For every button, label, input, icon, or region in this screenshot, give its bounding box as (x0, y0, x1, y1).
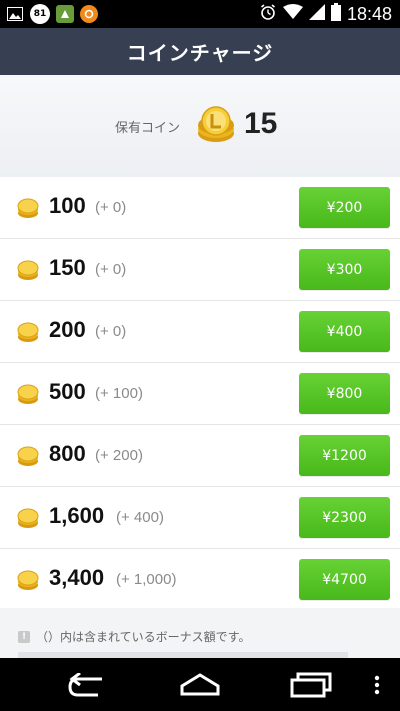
buy-button[interactable]: ¥4700 (299, 559, 390, 600)
coin-icon (17, 445, 39, 471)
coin-amount: 100 (49, 193, 86, 218)
coin-amount: 500 (49, 379, 86, 404)
coin-amount: 200 (49, 317, 86, 342)
navigation-bar (0, 658, 400, 711)
buy-button[interactable]: ¥2300 (299, 497, 390, 538)
coin-icon (17, 197, 39, 223)
coin-icon (17, 259, 39, 285)
wifi-icon (282, 4, 303, 24)
notes-section: ! （）内は含まれているボーナス額です。 (0, 608, 400, 660)
coin-amount: 3,400 (49, 565, 105, 590)
info-icon: ! (18, 630, 30, 643)
coin-icon (17, 321, 39, 347)
list-item: 800 (+ 200) ¥1200 (0, 425, 400, 487)
coin-stack-icon (196, 105, 236, 149)
app-orange-icon (80, 5, 98, 23)
buy-button[interactable]: ¥1200 (299, 435, 390, 476)
notification-badge: 81 (33, 9, 47, 19)
gallery-icon (6, 5, 24, 23)
home-icon[interactable] (178, 672, 222, 700)
coin-amount: 800 (49, 441, 86, 466)
bonus-amount: (+ 0) (95, 261, 127, 278)
status-bar: 81 18:48 (0, 0, 400, 28)
clock: 18:48 (346, 3, 392, 24)
coin-balance: 15 (244, 107, 278, 140)
alarm-icon (259, 3, 277, 25)
title-bar: コインチャージ (0, 28, 400, 75)
bonus-note-text: （）内は含まれているボーナス額です。 (36, 630, 251, 644)
menu-icon[interactable] (373, 675, 381, 699)
bonus-amount: (+ 0) (95, 323, 127, 340)
list-item: 3,400 (+ 1,000) ¥4700 (0, 549, 400, 610)
bonus-amount: (+ 1,000) (116, 571, 177, 588)
app-icon (56, 5, 74, 23)
coin-icon (17, 569, 39, 595)
bonus-amount: (+ 400) (116, 509, 164, 526)
battery-icon (330, 3, 341, 25)
coin-amount: 1,600 (49, 503, 105, 528)
list-item: 1,600 (+ 400) ¥2300 (0, 487, 400, 549)
balance-label: 保有コイン (115, 121, 181, 136)
coin-icon (17, 507, 39, 533)
list-item: 150 (+ 0) ¥300 (0, 239, 400, 301)
badge-81-icon: 81 (30, 4, 50, 24)
bonus-amount: (+ 200) (95, 447, 143, 464)
bonus-amount: (+ 100) (95, 385, 143, 402)
buy-button[interactable]: ¥400 (299, 311, 390, 352)
buy-button[interactable]: ¥300 (299, 249, 390, 290)
coin-balance-header: 保有コイン 15 (0, 75, 400, 178)
buy-button[interactable]: ¥800 (299, 373, 390, 414)
bonus-note: ! （）内は含まれているボーナス額です。 (18, 628, 250, 645)
signal-icon (308, 4, 325, 24)
coin-package-list: 100 (+ 0) ¥200 150 (+ 0) ¥300 200 (+ 0) … (0, 177, 400, 610)
page-title: コインチャージ (126, 41, 274, 65)
list-item: 500 (+ 100) ¥800 (0, 363, 400, 425)
list-item: 100 (+ 0) ¥200 (0, 177, 400, 239)
recent-apps-icon[interactable] (290, 672, 332, 702)
coin-icon (17, 383, 39, 409)
buy-button[interactable]: ¥200 (299, 187, 390, 228)
back-icon[interactable] (68, 671, 108, 701)
coin-amount: 150 (49, 255, 86, 280)
bonus-amount: (+ 0) (95, 199, 127, 216)
list-item: 200 (+ 0) ¥400 (0, 301, 400, 363)
